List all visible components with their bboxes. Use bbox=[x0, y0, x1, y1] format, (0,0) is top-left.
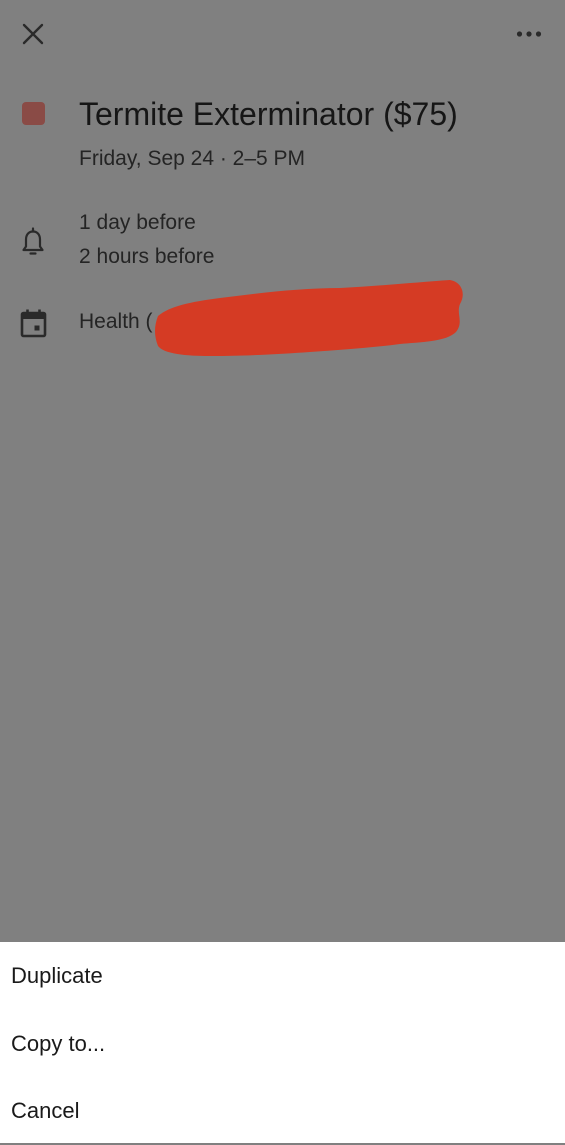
cancel-option[interactable]: Cancel bbox=[0, 1077, 565, 1145]
reminder-2: 2 hours before bbox=[79, 245, 215, 268]
reminder-1: 1 day before bbox=[79, 211, 196, 234]
action-sheet: Duplicate Copy to... Cancel bbox=[0, 942, 565, 1143]
calendar-icon bbox=[20, 309, 47, 338]
copy-to-option[interactable]: Copy to... bbox=[0, 1010, 565, 1078]
event-datetime: Friday, Sep 24 · 2–5 PM bbox=[79, 147, 306, 170]
more-options-button[interactable] bbox=[509, 18, 549, 50]
redaction-scribble bbox=[155, 280, 463, 356]
close-icon bbox=[22, 23, 44, 45]
event-title: Termite Exterminator ($75) bbox=[79, 96, 458, 132]
duplicate-label: Duplicate bbox=[11, 963, 103, 988]
event-color-swatch bbox=[22, 102, 45, 125]
bell-icon bbox=[22, 227, 44, 255]
more-horizontal-icon bbox=[516, 31, 542, 37]
cancel-label: Cancel bbox=[11, 1098, 80, 1123]
close-button[interactable] bbox=[16, 17, 50, 51]
copy-to-label: Copy to... bbox=[11, 1031, 106, 1056]
duplicate-option[interactable]: Duplicate bbox=[0, 942, 565, 1010]
top-bar bbox=[0, 0, 565, 70]
calendar-name: Health ( bbox=[79, 310, 153, 333]
